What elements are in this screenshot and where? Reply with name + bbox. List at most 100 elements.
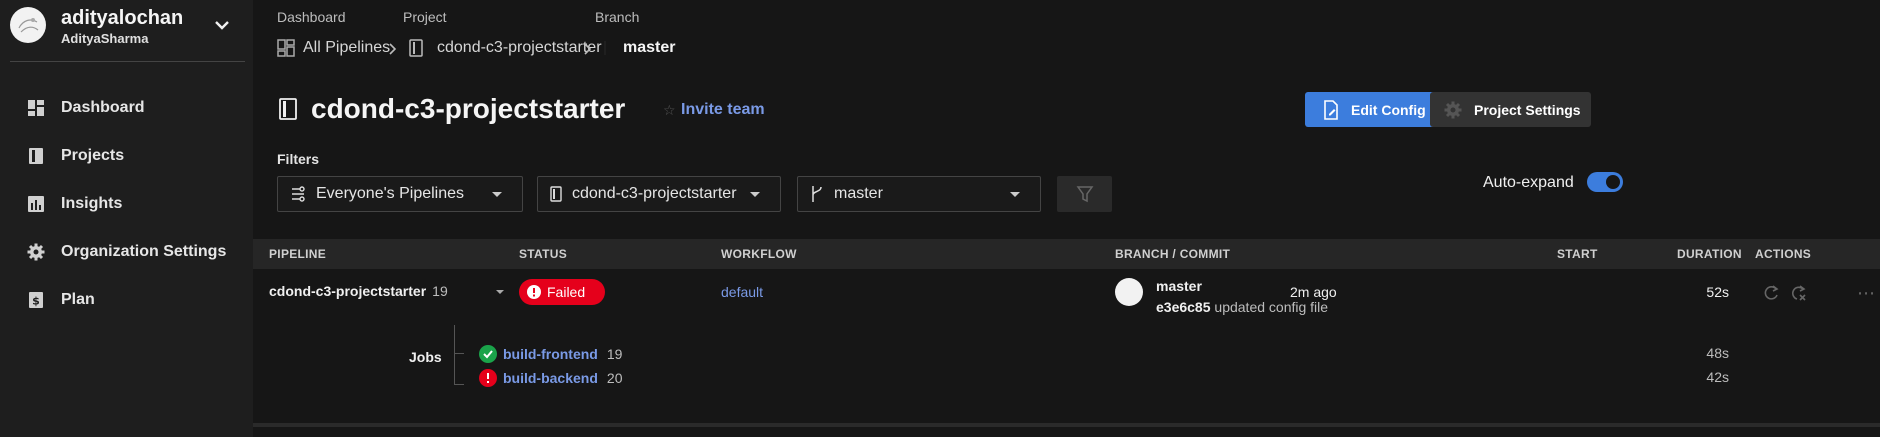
project-icon: [409, 39, 423, 57]
pipeline-name: cdond-c3-projectstarter: [269, 283, 427, 299]
gear-icon: [1444, 101, 1462, 118]
org-user: AdityaSharma: [61, 31, 149, 46]
cancel-rerun-icon[interactable]: [1788, 283, 1808, 303]
insights-icon: [26, 194, 46, 214]
job-number: 20: [606, 370, 623, 386]
crumb-label-project: Project: [403, 9, 447, 25]
org-avatar: [10, 7, 46, 43]
page-header: cdond-c3-projectstarter ☆ Invite team: [279, 92, 765, 126]
crumb-project-label: cdond-c3-projectstarter: [437, 39, 602, 56]
commit-message: updated config file: [1214, 299, 1329, 315]
org-switcher[interactable]: adityalochan AdityaSharma: [10, 6, 245, 62]
dashboard-icon: [26, 98, 46, 118]
crumb-project[interactable]: cdond-c3-projectstarter: [409, 36, 602, 60]
sidebar-item-organization-settings[interactable]: Organization Settings: [0, 228, 253, 276]
org-name: adityalochan: [61, 7, 184, 29]
project-icon: [279, 98, 297, 120]
filters-label: Filters: [277, 151, 320, 167]
sidebar-item-label: Organization Settings: [61, 243, 227, 260]
job-duration: 48s: [1706, 345, 1729, 361]
sidebar-item-insights[interactable]: Insights: [0, 180, 253, 228]
project-filter-value: cdond-c3-projectstarter: [572, 185, 737, 202]
sidebar-nav: Dashboard Projects Insights Organization…: [0, 84, 253, 324]
list-item: build-frontend 19: [479, 344, 622, 364]
col-actions: ACTIONS: [1755, 247, 1812, 261]
branch-filter-value: master: [834, 185, 883, 202]
commit-branch[interactable]: master: [1156, 278, 1202, 294]
file-edit-icon: [1324, 99, 1338, 120]
job-tree: [454, 325, 464, 385]
plan-icon: $: [26, 290, 46, 310]
list-item: build-backend 20: [479, 368, 622, 388]
col-start: START: [1557, 247, 1598, 261]
caret-down-icon[interactable]: [496, 290, 504, 294]
col-pipeline: PIPELINE: [269, 247, 327, 261]
avatar: [1115, 278, 1143, 306]
sidebar-item-label: Projects: [61, 147, 125, 164]
crumb-all-pipelines-label: All Pipelines: [303, 39, 391, 56]
rerun-icon[interactable]: [1761, 283, 1781, 303]
sidebar-item-label: Insights: [61, 195, 123, 212]
project-settings-button[interactable]: Project Settings: [1430, 92, 1591, 127]
col-duration: DURATION: [1677, 247, 1742, 261]
alert-icon: [527, 285, 541, 299]
invite-team-link[interactable]: Invite team: [681, 101, 765, 119]
workflow-link[interactable]: default: [721, 284, 763, 300]
crumb-branch-label: master: [623, 39, 676, 56]
alert-icon: [479, 369, 497, 387]
pipelines-filter-select[interactable]: Everyone's Pipelines: [277, 176, 523, 212]
crumb-label-branch: Branch: [595, 9, 640, 25]
edit-config-label: Edit Config: [1351, 101, 1426, 118]
star-icon[interactable]: ☆: [663, 102, 676, 119]
sidebar-item-label: Dashboard: [61, 99, 145, 116]
pipeline-link[interactable]: cdond-c3-projectstarter 19: [269, 283, 448, 299]
sidebar-item-projects[interactable]: Projects: [0, 132, 253, 180]
filter-button[interactable]: [1057, 176, 1112, 212]
divider: [10, 61, 245, 62]
auto-expand-label: Auto-expand: [1483, 174, 1574, 191]
gear-icon: [26, 242, 46, 262]
success-icon: [479, 345, 497, 363]
job-duration: 42s: [1706, 369, 1729, 385]
divider: [253, 423, 1880, 427]
chevron-right-icon: [584, 43, 592, 55]
col-status: STATUS: [519, 247, 568, 261]
start-time: 2m ago: [1290, 284, 1337, 300]
svg-text:$: $: [32, 295, 40, 308]
table-row: cdond-c3-projectstarter 19 Failed default…: [253, 269, 1880, 425]
caret-down-icon: [750, 192, 760, 197]
branch-filter-select[interactable]: master: [797, 176, 1041, 212]
crumb-all-pipelines[interactable]: All Pipelines: [277, 36, 390, 60]
caret-down-icon: [492, 192, 502, 197]
jobs-label: Jobs: [409, 349, 442, 365]
job-name[interactable]: build-frontend: [503, 346, 598, 362]
sidebar-item-label: Plan: [61, 291, 95, 308]
more-icon[interactable]: ⋯: [1857, 283, 1876, 304]
commit-info[interactable]: e3e6c85 updated config file: [1156, 299, 1328, 315]
branch-icon: [812, 186, 822, 202]
job-name[interactable]: build-backend: [503, 370, 598, 386]
chevron-down-icon[interactable]: [213, 16, 231, 34]
edit-config-button[interactable]: Edit Config: [1305, 92, 1439, 127]
project-filter-select[interactable]: cdond-c3-projectstarter: [537, 176, 781, 212]
status-badge[interactable]: Failed: [519, 279, 605, 305]
sidebar: adityalochan AdityaSharma Dashboard Proj…: [0, 0, 253, 437]
branch-icon: [604, 41, 606, 55]
col-workflow: WORKFLOW: [721, 247, 797, 261]
filter-icon: [1076, 186, 1093, 203]
auto-expand-toggle[interactable]: [1587, 172, 1623, 192]
project-icon: [550, 186, 562, 202]
pipelines-icon: [277, 39, 295, 57]
table-header: PIPELINE STATUS WORKFLOW BRANCH / COMMIT…: [253, 239, 1880, 269]
main-content: Dashboard Project Branch All Pipelines c…: [253, 0, 1880, 437]
crumb-branch[interactable]: master: [601, 36, 675, 60]
sidebar-item-dashboard[interactable]: Dashboard: [0, 84, 253, 132]
pipelines-filter-value: Everyone's Pipelines: [316, 185, 465, 202]
job-number: 19: [606, 346, 623, 362]
sidebar-item-plan[interactable]: $ Plan: [0, 276, 253, 324]
chevron-right-icon: [389, 43, 397, 55]
crumb-label-dashboard: Dashboard: [277, 9, 346, 25]
caret-down-icon: [1010, 192, 1020, 197]
status-label: Failed: [547, 284, 586, 300]
page-title: cdond-c3-projectstarter: [311, 93, 626, 124]
